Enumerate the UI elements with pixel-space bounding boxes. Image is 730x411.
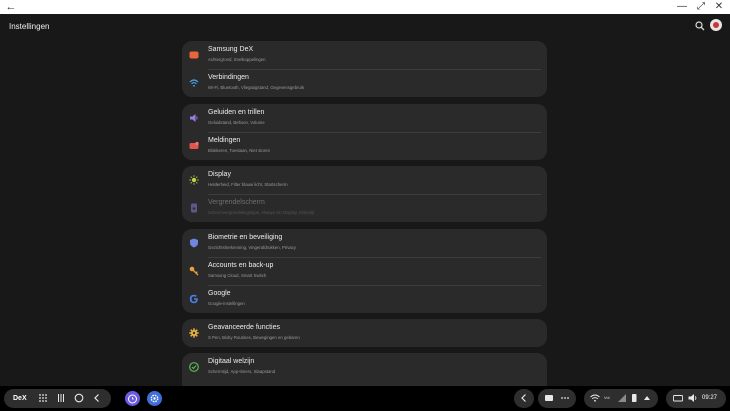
settings-item-subtitle: Schermtijd, App-timers, Slaapstand <box>208 369 276 374</box>
settings-item-subtitle: Achtergrond, Snelkoppelingen <box>208 57 266 62</box>
gear-icon <box>189 328 199 338</box>
shield-icon <box>190 238 198 248</box>
notification-icon <box>189 141 199 149</box>
back-arrow-icon[interactable]: ← <box>4 0 18 14</box>
status-text: Vol <box>604 395 610 400</box>
wifi-icon[interactable] <box>589 392 601 404</box>
volume-icon[interactable] <box>687 392 699 404</box>
clock-app-icon[interactable] <box>125 391 140 406</box>
settings-item-title: Geavanceerde functies <box>208 324 280 331</box>
sound-icon <box>190 114 198 122</box>
maximize-icon[interactable]: ⤢ <box>694 0 708 14</box>
settings-item-title: Geluiden en trillen <box>208 109 265 116</box>
signal-icon[interactable] <box>616 392 628 404</box>
settings-item-title: Samsung DeX <box>208 46 254 53</box>
settings-item-subtitle: Samsung Cloud, Smart Switch <box>208 273 267 278</box>
settings-card-general: Samsung DeX Achtergrond, Snelkoppelingen… <box>182 41 547 97</box>
settings-item-display[interactable]: Display Helderheid, Filter blauw licht, … <box>182 166 547 194</box>
page-title: Instellingen <box>9 22 50 31</box>
settings-item-title: Biometrie en beveiliging <box>208 234 283 241</box>
lockscreen-icon <box>191 203 197 213</box>
settings-item-verbindingen[interactable]: Verbindingen Wi-Fi, Bluetooth, Vliegtuig… <box>182 69 547 97</box>
settings-item-subtitle: Gezichtsherkenning, Vingerafdrukken, Pri… <box>208 245 297 250</box>
keyboard-icon[interactable] <box>672 392 684 404</box>
settings-item-subtitle: Helderheid, Filter blauw licht, Startsch… <box>208 182 288 187</box>
settings-item-geavanceerd[interactable]: Geavanceerde functies S Pen, Bixby Routi… <box>182 319 547 347</box>
settings-item-title: Digitaal welzijn <box>208 358 255 365</box>
settings-item-title: Google <box>208 290 231 297</box>
settings-card-wellbeing: Digitaal welzijn Schermtijd, App-timers,… <box>182 353 547 386</box>
settings-item-geluiden[interactable]: Geluiden en trillen Geluidstand, Beltoon… <box>182 104 547 132</box>
wellbeing-icon <box>189 362 199 372</box>
settings-item-title: Meldingen <box>208 137 241 144</box>
home-icon[interactable] <box>73 392 85 404</box>
apps-grid-icon[interactable] <box>37 392 49 404</box>
settings-item-subtitle: Blokkeren, Toestaan, Niet storen <box>208 148 271 153</box>
settings-item-title: Vergrendelscherm <box>208 199 265 206</box>
settings-app-icon[interactable] <box>147 391 162 406</box>
settings-item-subtitle: Geluidstand, Beltoon, Volume <box>208 120 265 125</box>
settings-item-title: Display <box>208 171 231 178</box>
settings-item-subtitle: Wi-Fi, Bluetooth, Vliegtuigstand, Gegeve… <box>208 85 305 90</box>
settings-card-advanced: Geavanceerde functies S Pen, Bixby Routi… <box>182 319 547 347</box>
wifi-icon <box>189 79 199 87</box>
settings-item-title: Verbindingen <box>208 74 249 81</box>
chevron-up-icon[interactable] <box>641 392 653 404</box>
recent-apps-icon[interactable] <box>55 392 67 404</box>
clock[interactable]: 09:27 <box>702 395 717 401</box>
settings-item-google[interactable]: Google Google-instellingen <box>182 285 547 313</box>
battery-icon[interactable] <box>628 392 640 404</box>
settings-card-display: Display Helderheid, Filter blauw licht, … <box>182 166 547 222</box>
google-icon <box>189 294 198 304</box>
dex-button[interactable]: DeX <box>13 395 27 402</box>
message-icon[interactable] <box>543 392 555 404</box>
search-icon[interactable] <box>695 21 705 31</box>
settings-item-meldingen[interactable]: Meldingen Blokkeren, Toestaan, Niet stor… <box>182 132 547 160</box>
settings-item-title: Accounts en back-up <box>208 262 274 269</box>
close-icon[interactable]: ✕ <box>712 0 726 14</box>
key-icon <box>189 266 199 276</box>
settings-item-accounts[interactable]: Accounts en back-up Samsung Cloud, Smart… <box>182 257 547 285</box>
settings-item-vergrendelscherm[interactable]: Vergrendelscherm Schermvergrendelingstyp… <box>182 194 547 222</box>
dex-icon <box>189 51 199 59</box>
settings-card-sound: Geluiden en trillen Geluidstand, Beltoon… <box>182 104 547 160</box>
settings-item-samsung-dex[interactable]: Samsung DeX Achtergrond, Snelkoppelingen <box>182 41 547 69</box>
settings-app: Instellingen Samsung DeX Achtergrond, Sn… <box>0 14 730 386</box>
back-icon[interactable] <box>91 392 103 404</box>
settings-item-subtitle: Schermvergrendelingstype, Always On Disp… <box>208 210 314 215</box>
window-title-bar: ← — ⤢ ✕ <box>0 0 730 14</box>
settings-card-security: Biometrie en beveiliging Gezichtsherkenn… <box>182 229 547 313</box>
chevron-left-icon[interactable] <box>518 392 530 404</box>
minimize-icon[interactable]: — <box>675 0 689 14</box>
brightness-icon <box>189 175 199 185</box>
settings-item-digitaal-welzijn[interactable]: Digitaal welzijn Schermtijd, App-timers,… <box>182 353 547 381</box>
settings-item-biometrie[interactable]: Biometrie en beveiliging Gezichtsherkenn… <box>182 229 547 257</box>
dex-taskbar: DeX Vol 09:27 <box>0 386 730 411</box>
avatar[interactable] <box>710 19 722 31</box>
settings-item-subtitle: S Pen, Bixby Routines, Bewegingen en geb… <box>208 335 300 340</box>
more-icon[interactable] <box>559 392 571 404</box>
settings-item-subtitle: Google-instellingen <box>208 301 245 306</box>
